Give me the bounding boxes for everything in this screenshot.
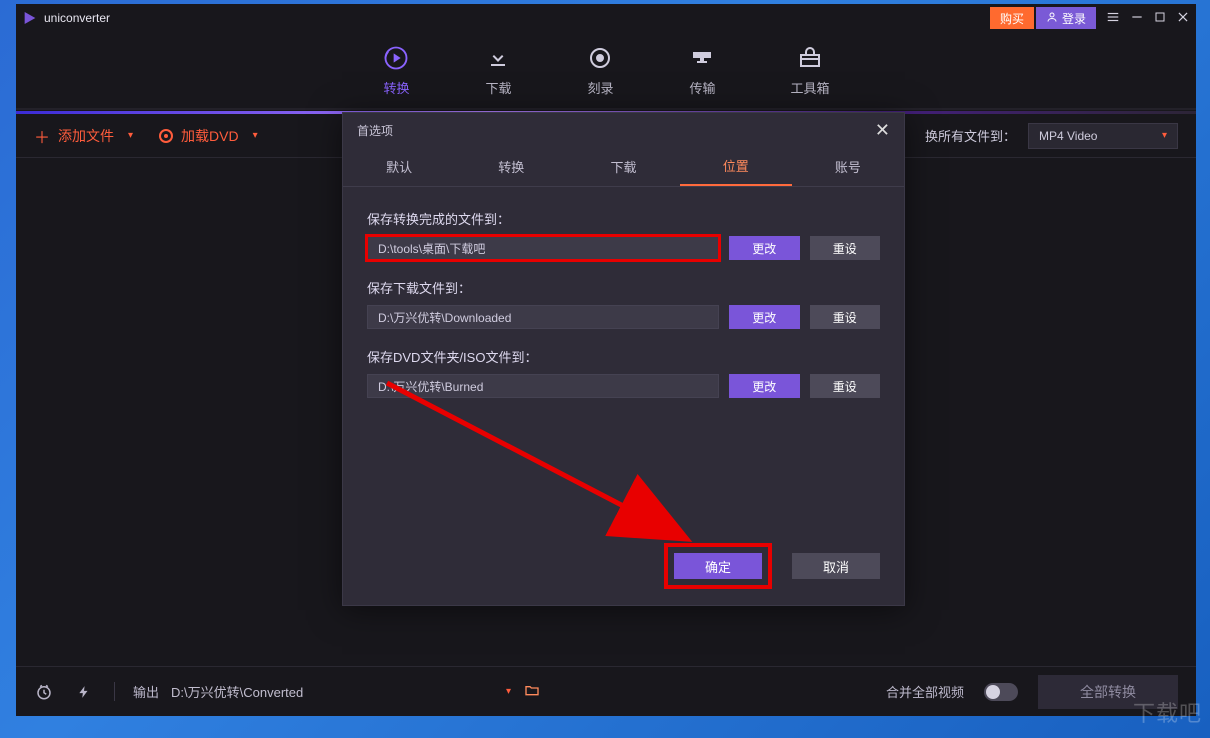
plus-icon: ＋ (34, 124, 50, 148)
flash-icon[interactable] (74, 682, 94, 702)
dialog-footer: 确定 取消 (343, 545, 904, 605)
tab-transfer[interactable]: 传输 (688, 44, 716, 97)
bottombar: 输出 D:\万兴优转\Converted ▾ 合并全部视频 全部转换 (16, 666, 1196, 716)
output-label: 输出 (133, 682, 159, 701)
tab-toolbox-label: 工具箱 (790, 78, 829, 97)
burn-icon (586, 44, 614, 72)
cancel-button[interactable]: 取消 (792, 553, 880, 579)
tab-download-label: 下载 (485, 78, 511, 97)
output-path-value: D:\万兴优转\Converted (171, 682, 303, 701)
dlg-tab-location[interactable]: 位置 (680, 147, 792, 186)
add-file-label: 添加文件 (58, 126, 114, 146)
window-controls (1106, 10, 1190, 27)
load-dvd-button[interactable]: 加载DVD ▾ (159, 126, 258, 146)
app-logo: uniconverter (22, 10, 110, 26)
converted-change-button[interactable]: 更改 (729, 236, 800, 260)
preferences-dialog: 首选项 ✕ 默认 转换 下载 位置 账号 保存转换完成的文件到： D:\tool… (342, 112, 905, 606)
chevron-down-icon: ▾ (506, 686, 511, 697)
main-tabs: 转换 下载 刻录 传输 工具箱 (16, 32, 1196, 110)
chevron-down-icon: ▾ (128, 130, 133, 141)
download-change-button[interactable]: 更改 (729, 305, 800, 329)
ok-button[interactable]: 确定 (674, 553, 762, 579)
tab-transfer-label: 传输 (689, 78, 715, 97)
dialog-titlebar: 首选项 ✕ (343, 113, 904, 147)
merge-label: 合并全部视频 (886, 682, 964, 701)
maximize-icon[interactable] (1154, 10, 1166, 26)
output-path-select[interactable]: D:\万兴优转\Converted ▾ (171, 682, 511, 701)
output-section: 输出 D:\万兴优转\Converted ▾ (114, 682, 541, 701)
buy-button[interactable]: 购买 (990, 7, 1034, 29)
dlg-tab-convert[interactable]: 转换 (455, 147, 567, 186)
minimize-icon[interactable] (1130, 10, 1144, 27)
output-format-select[interactable]: MP4 Video ▾ (1028, 123, 1178, 149)
convert-icon (382, 44, 410, 72)
download-path-group: 保存下载文件到： D:\万兴优转\Downloaded 更改 重设 (367, 278, 880, 329)
tab-burn[interactable]: 刻录 (586, 44, 614, 97)
dvd-reset-button[interactable]: 重设 (810, 374, 881, 398)
dlg-tab-download[interactable]: 下载 (567, 147, 679, 186)
dvd-change-button[interactable]: 更改 (729, 374, 800, 398)
tab-toolbox[interactable]: 工具箱 (790, 44, 829, 97)
annotation-arrow-icon (379, 375, 709, 555)
load-dvd-label: 加载DVD (181, 126, 239, 146)
download-icon (484, 44, 512, 72)
dvd-path-group: 保存DVD文件夹/ISO文件到： D:\万兴优转\Burned 更改 重设 (367, 347, 880, 398)
converted-path-group: 保存转换完成的文件到： D:\tools\桌面\下载吧 更改 重设 (367, 209, 880, 260)
login-label: 登录 (1062, 10, 1086, 27)
clock-icon[interactable] (34, 682, 54, 702)
tab-convert[interactable]: 转换 (382, 44, 410, 97)
dlg-tab-account[interactable]: 账号 (792, 147, 904, 186)
transfer-icon (688, 44, 716, 72)
dvd-path-label: 保存DVD文件夹/ISO文件到： (367, 347, 880, 366)
converted-reset-button[interactable]: 重设 (810, 236, 881, 260)
convert-all-button[interactable]: 全部转换 (1038, 675, 1178, 709)
download-path-label: 保存下载文件到： (367, 278, 880, 297)
open-folder-icon[interactable] (523, 682, 541, 701)
dvd-path-field[interactable]: D:\万兴优转\Burned (367, 374, 719, 398)
merge-toggle[interactable] (984, 683, 1018, 701)
disc-icon (159, 129, 173, 143)
app-title: uniconverter (44, 11, 110, 25)
app-window: uniconverter 购买 登录 (16, 4, 1196, 716)
dialog-body: 保存转换完成的文件到： D:\tools\桌面\下载吧 更改 重设 保存下载文件… (343, 187, 904, 545)
add-file-button[interactable]: ＋ 添加文件 ▾ (34, 124, 133, 148)
tab-download[interactable]: 下载 (484, 44, 512, 97)
download-path-field[interactable]: D:\万兴优转\Downloaded (367, 305, 719, 329)
login-button[interactable]: 登录 (1036, 7, 1096, 29)
converted-path-field[interactable]: D:\tools\桌面\下载吧 (367, 236, 719, 260)
converted-path-label: 保存转换完成的文件到： (367, 209, 880, 228)
chevron-down-icon: ▾ (1162, 130, 1167, 141)
output-format-value: MP4 Video (1039, 129, 1097, 143)
toolbox-icon (796, 44, 824, 72)
ok-highlight: 确定 (668, 547, 768, 585)
chevron-down-icon: ▾ (253, 130, 258, 141)
menu-icon[interactable] (1106, 10, 1120, 27)
dialog-close-icon[interactable]: ✕ (875, 120, 890, 141)
download-reset-button[interactable]: 重设 (810, 305, 881, 329)
tab-burn-label: 刻录 (587, 78, 613, 97)
close-icon[interactable] (1176, 10, 1190, 27)
user-icon (1046, 11, 1058, 26)
play-logo-icon (22, 10, 38, 26)
dlg-tab-default[interactable]: 默认 (343, 147, 455, 186)
titlebar: uniconverter 购买 登录 (16, 4, 1196, 32)
dialog-tabs: 默认 转换 下载 位置 账号 (343, 147, 904, 187)
convert-all-to-label: 换所有文件到： (925, 126, 1016, 145)
tab-convert-label: 转换 (383, 78, 409, 97)
dialog-title: 首选项 (357, 122, 393, 139)
